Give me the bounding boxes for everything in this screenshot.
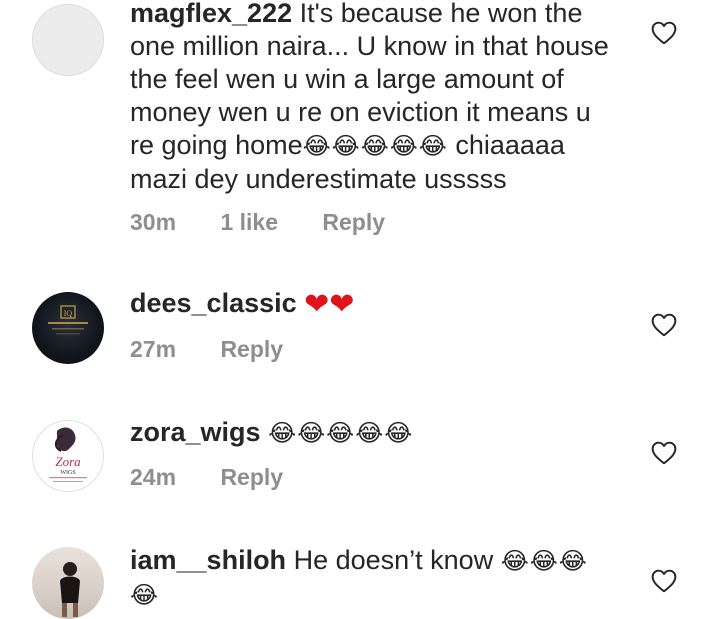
- comment-meta: 27m Reply: [130, 336, 321, 363]
- comment-text: chiaaaaa: [447, 130, 565, 160]
- profile-photo: [60, 562, 80, 617]
- reply-button[interactable]: Reply: [220, 464, 283, 490]
- comment-meta: 30m 1 like Reply: [130, 209, 423, 236]
- comment-text: He doesn’t know: [293, 545, 494, 575]
- comment-text: It's because he won the: [299, 0, 583, 28]
- comment-time: 24m: [130, 464, 177, 490]
- comment-text: one million naira... U know in that hous…: [130, 31, 609, 61]
- comment-body: magflex_222 It's because he won the one …: [130, 0, 630, 196]
- comment-text: mazi dey underestimate usssss: [130, 164, 507, 194]
- laughing-emoji: 😂😂😂: [500, 548, 588, 575]
- comment-text: the feel wen u win a large amount of: [130, 64, 564, 94]
- svg-text:Zora: Zora: [55, 454, 81, 469]
- comment-likes[interactable]: 1 like: [220, 209, 278, 235]
- svg-text:WIGS: WIGS: [60, 470, 75, 476]
- reply-button[interactable]: Reply: [220, 336, 283, 362]
- avatar[interactable]: [32, 4, 104, 76]
- brand-logo: IQ: [48, 305, 88, 335]
- comment-username[interactable]: dees_classic: [130, 288, 297, 318]
- comment-username[interactable]: zora_wigs: [130, 417, 261, 447]
- comment-time: 30m: [130, 209, 177, 235]
- comment-username[interactable]: iam__shiloh: [130, 545, 286, 575]
- laughing-emoji: 😂😂😂😂😂: [302, 133, 448, 160]
- comment-text: re going home: [130, 130, 303, 160]
- heart-outline-icon[interactable]: [651, 21, 677, 45]
- comment-body: dees_classic ❤❤: [130, 287, 630, 321]
- comment-text: money wen u re on eviction it means u: [130, 97, 591, 127]
- laughing-emoji: 😂😂😂😂😂: [268, 420, 414, 447]
- red-heart-emoji: ❤❤: [304, 288, 355, 321]
- comment-time: 27m: [130, 336, 177, 362]
- laughing-emoji: 😂: [130, 582, 160, 609]
- brand-logo: Zora WIGS: [49, 427, 87, 482]
- comment-meta: 24m Reply: [130, 464, 321, 491]
- comment-body: iam__shiloh He doesn’t know 😂😂😂 😂: [130, 544, 630, 612]
- heart-outline-icon[interactable]: [651, 313, 677, 337]
- comment-username[interactable]: magflex_222: [130, 0, 292, 28]
- svg-text:IQ: IQ: [64, 309, 73, 318]
- comment-body: zora_wigs 😂😂😂😂😂: [130, 416, 630, 450]
- heart-outline-icon[interactable]: [651, 569, 677, 593]
- avatar[interactable]: [32, 547, 104, 619]
- heart-outline-icon[interactable]: [651, 441, 677, 465]
- avatar[interactable]: Zora WIGS: [32, 420, 104, 492]
- reply-button[interactable]: Reply: [322, 209, 385, 235]
- avatar[interactable]: IQ: [32, 292, 104, 364]
